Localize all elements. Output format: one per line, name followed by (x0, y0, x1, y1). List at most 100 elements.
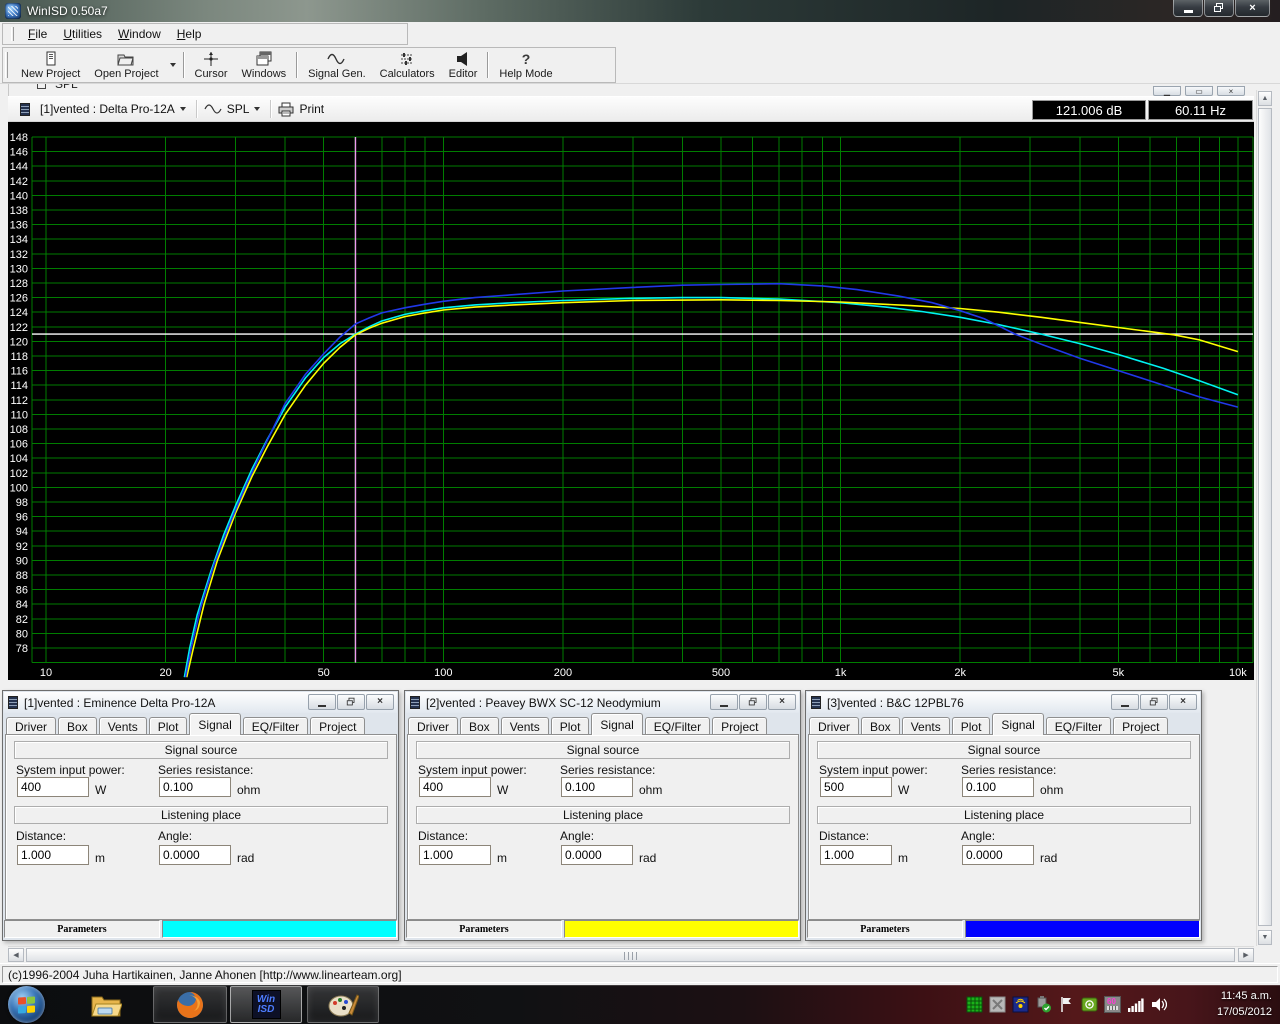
tray-disabled-icon[interactable] (989, 996, 1006, 1013)
close-button[interactable]: × (366, 694, 394, 710)
app-title: WinISD 0.50a7 (27, 4, 108, 18)
power-input[interactable] (419, 777, 491, 797)
taskbar-winisd-button[interactable]: Win ISD (230, 986, 302, 1023)
scroll-up-icon[interactable]: ▲ (1258, 91, 1272, 106)
tray-nvidia-icon[interactable] (1081, 996, 1098, 1013)
help-mode-button[interactable]: ? Help Mode (492, 49, 559, 81)
resistance-input[interactable] (561, 777, 633, 797)
distance-input[interactable] (820, 845, 892, 865)
restore-button[interactable] (739, 694, 767, 710)
tab-driver[interactable]: Driver (6, 717, 56, 735)
spl-close-button[interactable]: × (1217, 86, 1245, 96)
open-project-dropdown[interactable] (166, 49, 180, 81)
tab-vents[interactable]: Vents (901, 717, 950, 735)
start-button[interactable] (8, 986, 45, 1023)
spl-chart[interactable]: 78 80 82 84 86 88 90 92 94 96 98 100 102 104 106 108 110… (8, 122, 1254, 680)
menu-window[interactable]: Window (110, 25, 169, 44)
menu-utilities[interactable]: Utilities (55, 25, 110, 44)
power-input[interactable] (17, 777, 89, 797)
resistance-input[interactable] (159, 777, 231, 797)
close-button[interactable]: × (768, 694, 796, 710)
tab-plot[interactable]: Plot (951, 717, 991, 735)
menu-help[interactable]: Help (169, 25, 210, 44)
parameters-button[interactable]: Parameters (4, 920, 160, 938)
tab-project[interactable]: Project (310, 717, 366, 735)
editor-button[interactable]: Editor (442, 49, 485, 81)
toolbar-band-grip[interactable] (5, 52, 8, 78)
tray-60-monitor-icon[interactable]: 60 (1104, 996, 1121, 1013)
spl-restore-button[interactable]: ▭ (1185, 86, 1213, 96)
distance-input[interactable] (17, 845, 89, 865)
taskbar-explorer-button[interactable] (80, 986, 132, 1023)
tab-vents[interactable]: Vents (98, 717, 147, 735)
project-selector[interactable]: [1]vented : Delta Pro-12A (14, 100, 192, 118)
scroll-down-icon[interactable]: ▼ (1258, 930, 1272, 945)
power-input[interactable] (820, 777, 892, 797)
scroll-left-icon[interactable]: ◀ (8, 948, 24, 962)
tab-plot[interactable]: Plot (148, 717, 188, 735)
tab-signal[interactable]: Signal (189, 713, 241, 735)
tab-signal[interactable]: Signal (591, 713, 643, 735)
scroll-right-icon[interactable]: ▶ (1238, 948, 1254, 962)
signal-gen-button[interactable]: Signal Gen. (301, 49, 372, 81)
tab-project[interactable]: Project (1113, 717, 1169, 735)
vertical-scroll-thumb[interactable] (1258, 108, 1272, 926)
project-window-1-titlebar[interactable]: [1]vented : Eminence Delta Pro-12A × (4, 692, 397, 713)
tab-vents[interactable]: Vents (500, 717, 549, 735)
tray-wireless-icon[interactable] (1012, 996, 1029, 1013)
close-icon: × (779, 696, 785, 707)
open-project-button[interactable]: Open Project (87, 49, 165, 81)
close-button[interactable]: × (1169, 694, 1197, 710)
angle-input[interactable] (159, 845, 231, 865)
tab-driver[interactable]: Driver (809, 717, 859, 735)
windows-button[interactable]: Windows (235, 49, 294, 81)
parameters-button[interactable]: Parameters (807, 920, 963, 938)
close-button[interactable]: × (1235, 0, 1270, 17)
parameters-button[interactable]: Parameters (406, 920, 562, 938)
tab-box[interactable]: Box (460, 717, 499, 735)
restore-button[interactable] (1204, 0, 1234, 17)
menu-band-grip[interactable] (11, 27, 14, 41)
tab-project[interactable]: Project (712, 717, 768, 735)
tray-action-center-flag-icon[interactable] (1058, 996, 1075, 1013)
tray-volume-icon[interactable] (1150, 996, 1168, 1013)
tab-plot[interactable]: Plot (550, 717, 590, 735)
project-window-3-titlebar[interactable]: [3]vented : B&C 12PBL76 × (807, 692, 1200, 713)
project-window-2-titlebar[interactable]: [2]vented : Peavey BWX SC-12 Neodymium × (406, 692, 799, 713)
horizontal-scroll-thumb[interactable] (26, 948, 1235, 962)
angle-input[interactable] (561, 845, 633, 865)
project-window-2-tabs: Driver Box Vents Plot Signal EQ/Filter P… (408, 713, 797, 735)
minimize-button[interactable] (1173, 0, 1203, 17)
horizontal-scrollbar[interactable]: ◀ ▶ (8, 946, 1254, 962)
resistance-input[interactable] (962, 777, 1034, 797)
taskbar-clock[interactable]: 11:45 a.m. 17/05/2012 (1186, 988, 1272, 1020)
print-button[interactable]: Print (276, 100, 330, 119)
plot-type-selector[interactable]: SPL (202, 100, 267, 118)
new-project-button[interactable]: New Project (14, 49, 87, 81)
tray-grid-icon[interactable] (966, 996, 983, 1013)
tray-network-signal-icon[interactable] (1127, 996, 1144, 1013)
restore-button[interactable] (337, 694, 365, 710)
minimize-button[interactable] (710, 694, 738, 710)
tab-driver[interactable]: Driver (408, 717, 458, 735)
minimize-button[interactable] (308, 694, 336, 710)
cursor-button[interactable]: Cursor (188, 49, 235, 81)
restore-button[interactable] (1140, 694, 1168, 710)
tab-eq-filter[interactable]: EQ/Filter (1045, 717, 1112, 735)
tab-signal[interactable]: Signal (992, 713, 1044, 735)
minimize-button[interactable] (1111, 694, 1139, 710)
taskbar-paint-button[interactable] (307, 986, 379, 1023)
tab-box[interactable]: Box (58, 717, 97, 735)
windows-logo-icon (18, 995, 35, 1014)
taskbar-firefox-button[interactable] (153, 986, 227, 1023)
tab-eq-filter[interactable]: EQ/Filter (242, 717, 309, 735)
tray-usb-icon[interactable] (1035, 996, 1052, 1013)
angle-input[interactable] (962, 845, 1034, 865)
menu-file[interactable]: File (20, 25, 55, 44)
distance-input[interactable] (419, 845, 491, 865)
tab-box[interactable]: Box (861, 717, 900, 735)
calculators-button[interactable]: Calculators (373, 49, 442, 81)
tab-eq-filter[interactable]: EQ/Filter (644, 717, 711, 735)
spl-minimize-button[interactable]: ▁ (1153, 86, 1181, 96)
vertical-scrollbar[interactable]: ▲ ▼ (1256, 90, 1273, 946)
